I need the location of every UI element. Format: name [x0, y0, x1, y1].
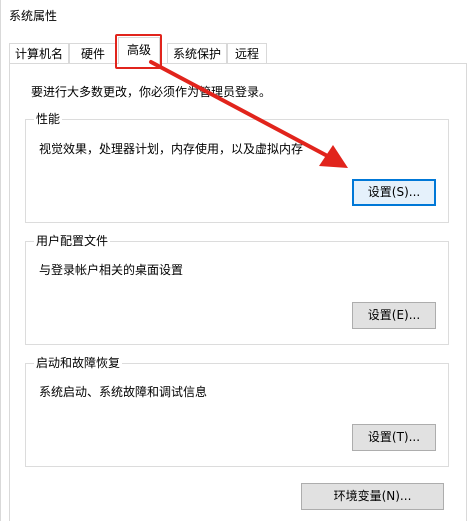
- tab-remote-label: 远程: [234, 47, 259, 61]
- startup-recovery-settings-button[interactable]: 设置(T)...: [352, 424, 436, 451]
- startup-recovery-group-title: 启动和故障恢复: [34, 355, 123, 371]
- window-title: 系统属性: [9, 9, 58, 23]
- user-profiles-group: 用户配置文件 与登录帐户相关的桌面设置: [25, 233, 449, 345]
- tab-system-protection[interactable]: 系统保护: [167, 43, 227, 63]
- performance-settings-button[interactable]: 设置(S)...: [352, 179, 436, 206]
- startup-recovery-group: 启动和故障恢复 系统启动、系统故障和调试信息: [25, 355, 449, 467]
- tab-remote[interactable]: 远程: [227, 43, 267, 63]
- tab-computer-name-label: 计算机名: [14, 47, 63, 61]
- tab-highlight-annotation: [115, 34, 162, 69]
- system-properties-window: 系统属性 计算机名 硬件 高级 系统保护 远程 要进行大多数更改，你必须作为管理…: [0, 0, 471, 521]
- admin-notice: 要进行大多数更改，你必须作为管理员登录。: [31, 85, 272, 99]
- environment-variables-button[interactable]: 环境变量(N)...: [301, 483, 444, 510]
- tab-computer-name[interactable]: 计算机名: [9, 43, 69, 63]
- user-profiles-description: 与登录帐户相关的桌面设置: [39, 263, 184, 277]
- performance-group: 性能 视觉效果，处理器计划，内存使用，以及虚拟内存: [25, 111, 449, 223]
- performance-description: 视觉效果，处理器计划，内存使用，以及虚拟内存: [39, 142, 304, 156]
- startup-recovery-description: 系统启动、系统故障和调试信息: [39, 385, 208, 399]
- user-profiles-settings-button[interactable]: 设置(E)...: [352, 302, 436, 329]
- tab-system-protection-label: 系统保护: [172, 47, 221, 61]
- tab-hardware-label: 硬件: [80, 47, 105, 61]
- title-bar[interactable]: 系统属性: [1, 0, 471, 30]
- performance-group-title: 性能: [34, 111, 63, 127]
- tab-hardware[interactable]: 硬件: [69, 43, 117, 63]
- user-profiles-group-title: 用户配置文件: [34, 233, 111, 249]
